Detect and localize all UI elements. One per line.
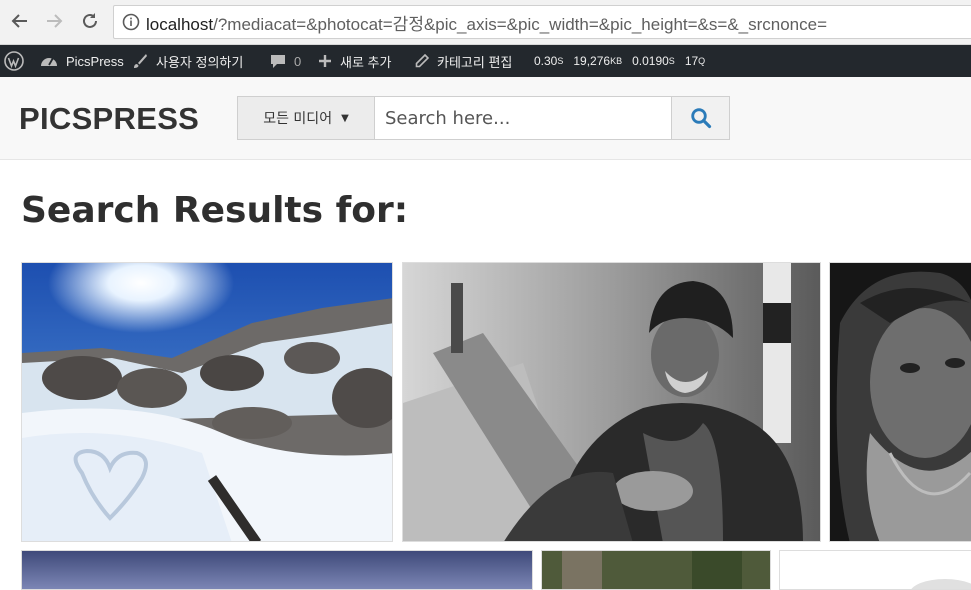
adminbar-new[interactable]: 새로 추가 [318, 45, 391, 77]
media-dropdown-label: 모든 미디어 [263, 111, 333, 127]
dashboard-icon [41, 57, 57, 66]
url-text: localhost/?mediacat=&photocat=감정&pic_axi… [146, 15, 828, 34]
result-image-bearded-man[interactable] [829, 262, 971, 542]
plus-icon [319, 55, 331, 67]
photo-6 [780, 551, 971, 589]
stat-queries: 17 [684, 54, 699, 68]
site-name-label: PicsPress [66, 53, 124, 69]
new-label: 새로 추가 [340, 54, 392, 70]
stat-time: 0.30 [534, 54, 558, 68]
search-icon [690, 108, 711, 129]
stat-query-time: 0.0190 [632, 54, 669, 68]
result-image-snow-heart[interactable] [21, 262, 393, 542]
browser-toolbar: localhost/?mediacat=&photocat=감정&pic_axi… [0, 0, 971, 45]
result-image-4[interactable] [21, 550, 533, 590]
search-button[interactable] [671, 97, 729, 139]
info-icon[interactable] [122, 13, 140, 31]
site-logo[interactable]: PICSPRESS [19, 101, 199, 137]
adminbar-edit-category[interactable]: 카테고리 편집 [414, 45, 512, 77]
photo-4 [22, 551, 532, 589]
pencil-icon [415, 53, 429, 67]
arrow-right-icon [47, 14, 63, 28]
reload-button[interactable] [77, 8, 103, 34]
site-header: PICSPRESS 모든 미디어 ▼ [0, 77, 971, 160]
back-button[interactable] [7, 8, 33, 34]
search-input[interactable] [375, 97, 671, 139]
snow-heart-photo [22, 263, 392, 541]
page-title: Search Results for: [21, 190, 409, 231]
address-bar[interactable]: localhost/?mediacat=&photocat=감정&pic_axi… [113, 5, 971, 39]
adminbar-customize[interactable]: 사용자 정의하기 [132, 45, 243, 77]
edit-category-label: 카테고리 편집 [437, 54, 513, 70]
adminbar-comments[interactable]: 0 [270, 45, 301, 77]
reload-icon [83, 13, 97, 28]
wordpress-logo-button[interactable] [4, 45, 32, 77]
comment-count: 0 [294, 53, 302, 69]
bearded-man-photo [830, 263, 971, 541]
old-man-photo [403, 263, 820, 541]
customize-label: 사용자 정의하기 [156, 54, 244, 70]
adminbar-site-name[interactable]: PicsPress [40, 45, 124, 77]
query-monitor-stats[interactable]: 0.30 S 19,276 KB 0.0190 S 17 Q [534, 45, 705, 77]
stat-time-unit: S [557, 56, 564, 66]
stat-memory: 19,276 [573, 54, 611, 68]
result-image-5[interactable] [541, 550, 771, 590]
media-category-dropdown[interactable]: 모든 미디어 ▼ [238, 97, 375, 139]
forward-button[interactable] [41, 8, 67, 34]
result-image-6[interactable] [779, 550, 971, 590]
brush-icon [134, 54, 147, 68]
search-form: 모든 미디어 ▼ [237, 96, 730, 140]
comment-icon [271, 55, 285, 68]
stat-memory-unit: KB [610, 56, 623, 66]
admin-bar: PicsPress 사용자 정의하기 0 새로 추가 카테고리 편집 0.30 S… [0, 45, 971, 77]
stat-queries-unit: Q [698, 56, 706, 66]
caret-down-icon: ▼ [341, 112, 349, 124]
wordpress-icon [4, 51, 24, 71]
result-image-old-man[interactable] [402, 262, 821, 542]
arrow-left-icon [11, 14, 27, 28]
stat-query-time-unit: S [668, 56, 675, 66]
photo-5 [542, 551, 770, 589]
